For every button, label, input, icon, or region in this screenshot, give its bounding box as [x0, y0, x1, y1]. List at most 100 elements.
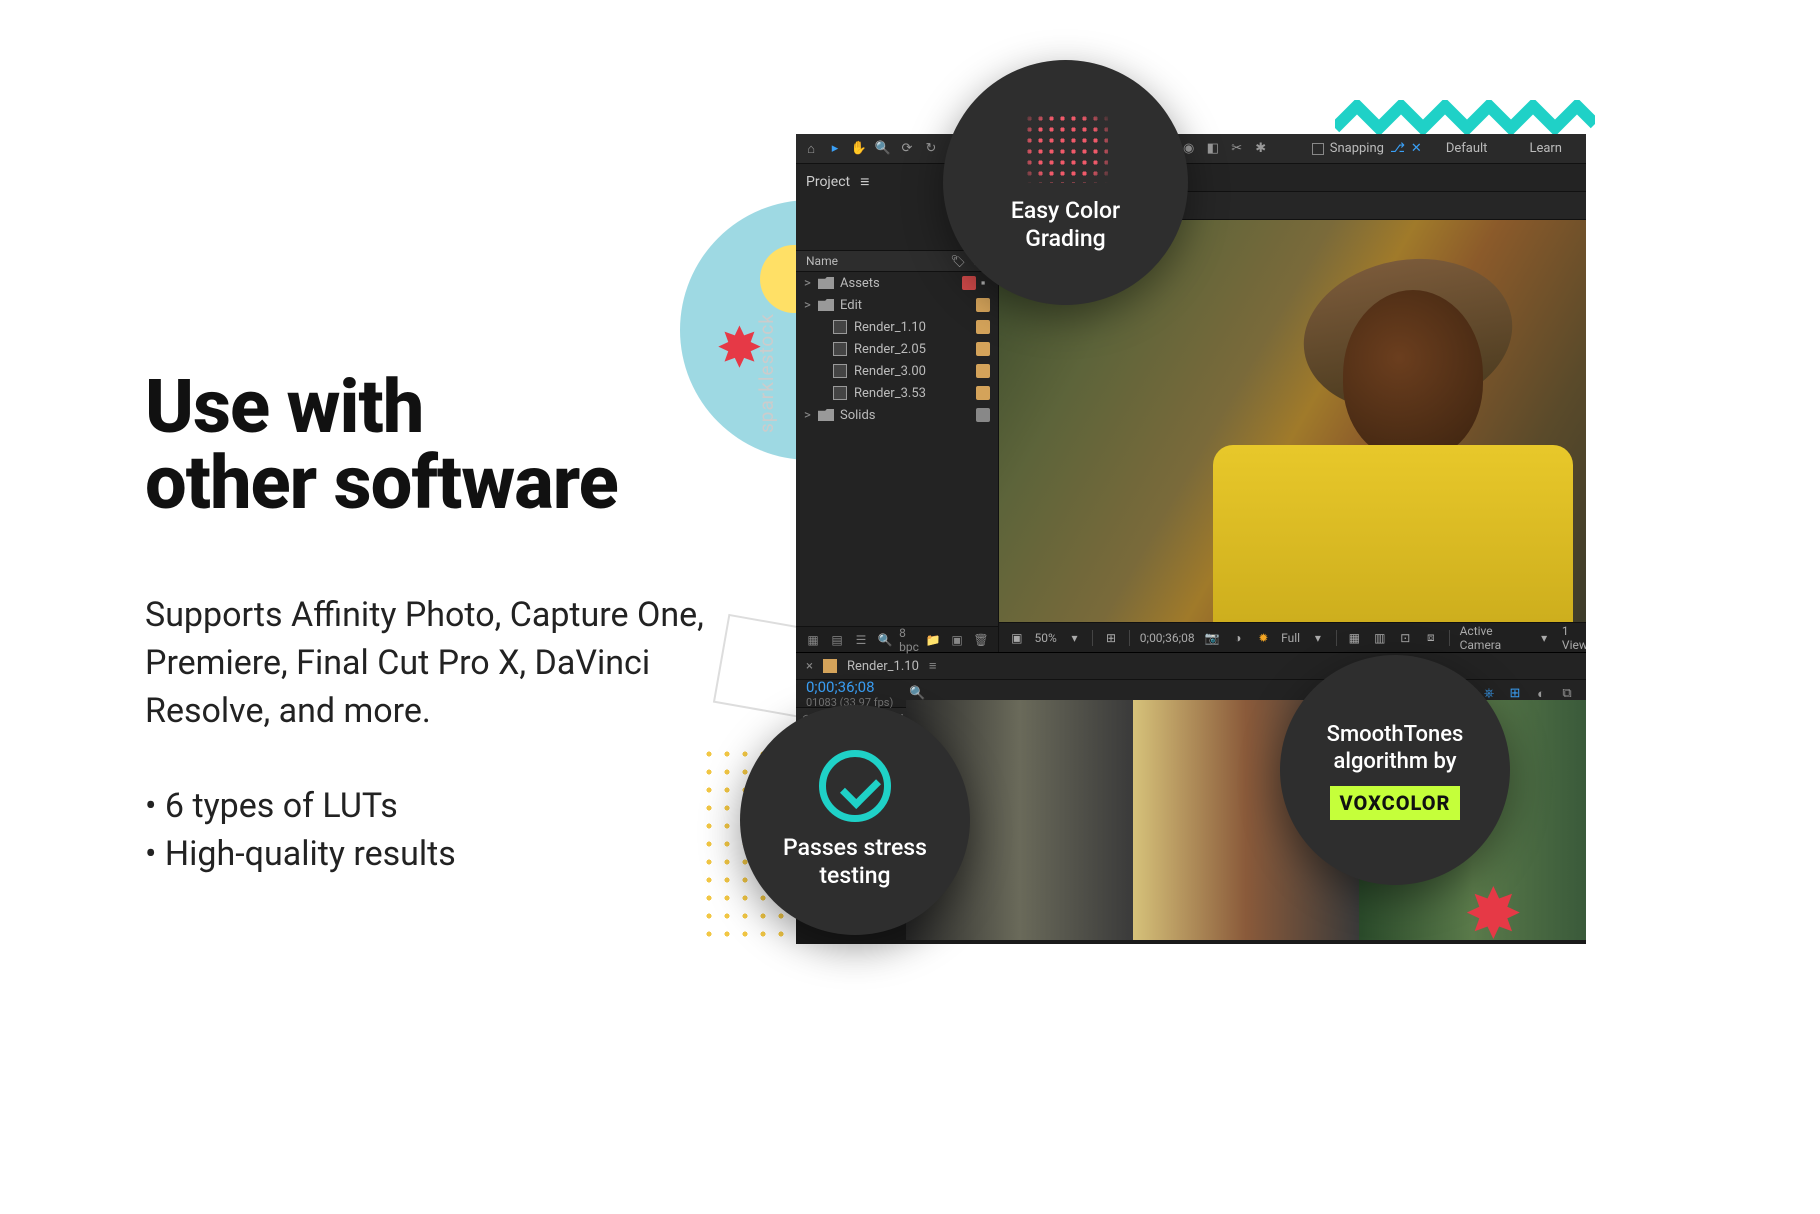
asset-label: Solids [840, 408, 976, 423]
chevron-down-icon[interactable]: ▾ [1310, 629, 1326, 647]
selection-tool-icon[interactable]: ▸ [826, 140, 844, 158]
zoom-level[interactable]: 50% [1035, 631, 1057, 645]
watermark-text: sparklestock [755, 313, 778, 433]
badge-color-grading: Easy Color Grading [943, 60, 1188, 305]
asset-row[interactable]: > Solids [796, 404, 998, 426]
region-icon[interactable]: ⊡ [1398, 629, 1414, 647]
asset-row[interactable]: Render_2.05 [796, 338, 998, 360]
interpret-footage-icon[interactable]: ▦ [804, 631, 822, 649]
expand-chevron-icon[interactable]: > [804, 298, 818, 313]
transparency-grid-icon[interactable]: ▦ [1347, 629, 1363, 647]
composition-icon [832, 320, 848, 334]
timeline-tab-bar: × Render_1.10 ≡ [796, 652, 1586, 680]
label-swatch[interactable] [976, 408, 990, 422]
expand-chevron-icon[interactable]: > [804, 408, 818, 423]
project-panel-title[interactable]: Project [806, 174, 850, 190]
folder-icon [818, 408, 834, 422]
headline-line1: Use with [145, 364, 423, 451]
asset-label: Render_1.10 [854, 320, 976, 335]
label-swatch[interactable] [976, 298, 990, 312]
trash-icon[interactable]: 🗑 [972, 631, 990, 649]
chevron-down-icon[interactable]: ▾ [1536, 629, 1552, 647]
viewer-controls-bar: ▣ 50% ▾ ⊞ 0;00;36;08 📷 ◑ ✹ Full ▾ ▦ ▥ ⊡ … [999, 622, 1586, 652]
badge-voxcolor: SmoothTones algorithm by VOXCOLOR [1280, 655, 1510, 885]
label-swatch[interactable] [976, 386, 990, 400]
badge-text: Easy Color [1011, 197, 1120, 224]
workspace-default-tab[interactable]: Default [1428, 141, 1506, 156]
badge-text: SmoothTones [1327, 722, 1464, 747]
badge-text: testing [819, 862, 890, 889]
asset-label: Edit [840, 298, 976, 313]
new-comp-icon[interactable]: ▣ [948, 631, 966, 649]
label-swatch[interactable] [976, 364, 990, 378]
magnet-icon[interactable]: ⎇ [1390, 141, 1405, 156]
column-name-header[interactable]: Name [806, 254, 948, 268]
asset-row[interactable]: > Assets ▪ [796, 272, 998, 294]
workspace-learn-tab[interactable]: Learn [1511, 141, 1580, 156]
roto-tool-icon[interactable]: ✂ [1228, 140, 1246, 158]
panel-menu-icon[interactable]: ≡ [860, 172, 869, 192]
snapshot-icon[interactable]: 📷 [1205, 629, 1221, 647]
channels-icon[interactable]: ◑ [1230, 629, 1246, 647]
deco-star-icon: ✸ [1464, 873, 1523, 956]
search-icon[interactable]: 🔍 [876, 631, 894, 649]
label-swatch[interactable] [962, 276, 976, 290]
project-footer-bar: ▦ ▤ ☰ 🔍 8 bpc 📁 ▣ 🗑 [796, 626, 998, 652]
snap-options-icon[interactable]: ✕ [1411, 141, 1422, 156]
resolution-dropdown[interactable]: Full [1281, 631, 1300, 645]
tag-icon[interactable]: 🏷 [948, 254, 968, 268]
snapping-checkbox[interactable] [1312, 143, 1324, 155]
label-swatch[interactable] [976, 342, 990, 356]
headline: Use with other software [145, 370, 705, 522]
composition-icon [832, 342, 848, 356]
label-swatch[interactable] [976, 320, 990, 334]
current-timecode[interactable]: 0;00;36;08 [806, 678, 893, 696]
asset-label: Render_3.00 [854, 364, 976, 379]
composition-icon [832, 364, 848, 378]
asset-row[interactable]: Render_1.10 [796, 316, 998, 338]
guides-icon[interactable]: ▥ [1372, 629, 1388, 647]
badge-stress-testing: Passes stress testing [740, 705, 970, 935]
hand-tool-icon[interactable]: ✋ [850, 140, 868, 158]
timecode-overlay-icon[interactable]: ⧈ [1423, 629, 1439, 647]
mask-toggle-icon[interactable]: ▣ [1009, 629, 1025, 647]
asset-label: Render_2.05 [854, 342, 976, 357]
dot-grid-icon [1024, 113, 1108, 183]
composition-icon [832, 386, 848, 400]
zoom-tool-icon[interactable]: 🔍 [874, 140, 892, 158]
bullet-item: • 6 types of LUTs [145, 783, 705, 831]
asset-row[interactable]: Render_3.00 [796, 360, 998, 382]
bullet-item: • High-quality results [145, 831, 705, 879]
description-text: Supports Affinity Photo, Capture One, Pr… [145, 592, 705, 735]
eraser-tool-icon[interactable]: ◧ [1204, 140, 1222, 158]
home-icon[interactable]: ⌂ [802, 140, 820, 158]
panel-menu-icon[interactable]: ≡ [929, 658, 937, 674]
camera-dropdown[interactable]: Active Camera [1460, 624, 1527, 652]
timeline-search-icon[interactable]: 🔍 [909, 686, 925, 701]
headline-line2: other software [145, 440, 618, 527]
asset-row[interactable]: Render_3.53 [796, 382, 998, 404]
color-mgmt-icon[interactable]: ✹ [1256, 629, 1272, 647]
rotate-tool-icon[interactable]: ↻ [922, 140, 940, 158]
chevron-down-icon[interactable]: ▾ [1067, 629, 1083, 647]
timeline-comp-name[interactable]: Render_1.10 [847, 659, 919, 674]
snapping-label: Snapping [1330, 141, 1384, 156]
puppet-tool-icon[interactable]: ✱ [1252, 140, 1270, 158]
voxcolor-tag: VOXCOLOR [1330, 786, 1461, 820]
badge-text: algorithm by [1333, 749, 1456, 774]
resolution-icon[interactable]: ⊞ [1103, 629, 1119, 647]
view-count-dropdown[interactable]: 1 View [1562, 624, 1586, 652]
timecode-display[interactable]: 0;00;36;08 [1140, 631, 1195, 645]
badge-text: Passes stress [783, 834, 927, 861]
asset-row[interactable]: > Edit [796, 294, 998, 316]
badge-text: Grading [1025, 225, 1105, 252]
bpc-label[interactable]: 8 bpc [900, 631, 918, 649]
thumb-view-icon[interactable]: ▤ [828, 631, 846, 649]
asset-label: Render_3.53 [854, 386, 976, 401]
new-folder-icon[interactable]: 📁 [924, 631, 942, 649]
close-tab-icon[interactable]: × [806, 659, 813, 674]
asset-label: Assets [840, 276, 962, 291]
orbit-tool-icon[interactable]: ⟳ [898, 140, 916, 158]
list-view-icon[interactable]: ☰ [852, 631, 870, 649]
expand-chevron-icon[interactable]: > [804, 276, 818, 291]
